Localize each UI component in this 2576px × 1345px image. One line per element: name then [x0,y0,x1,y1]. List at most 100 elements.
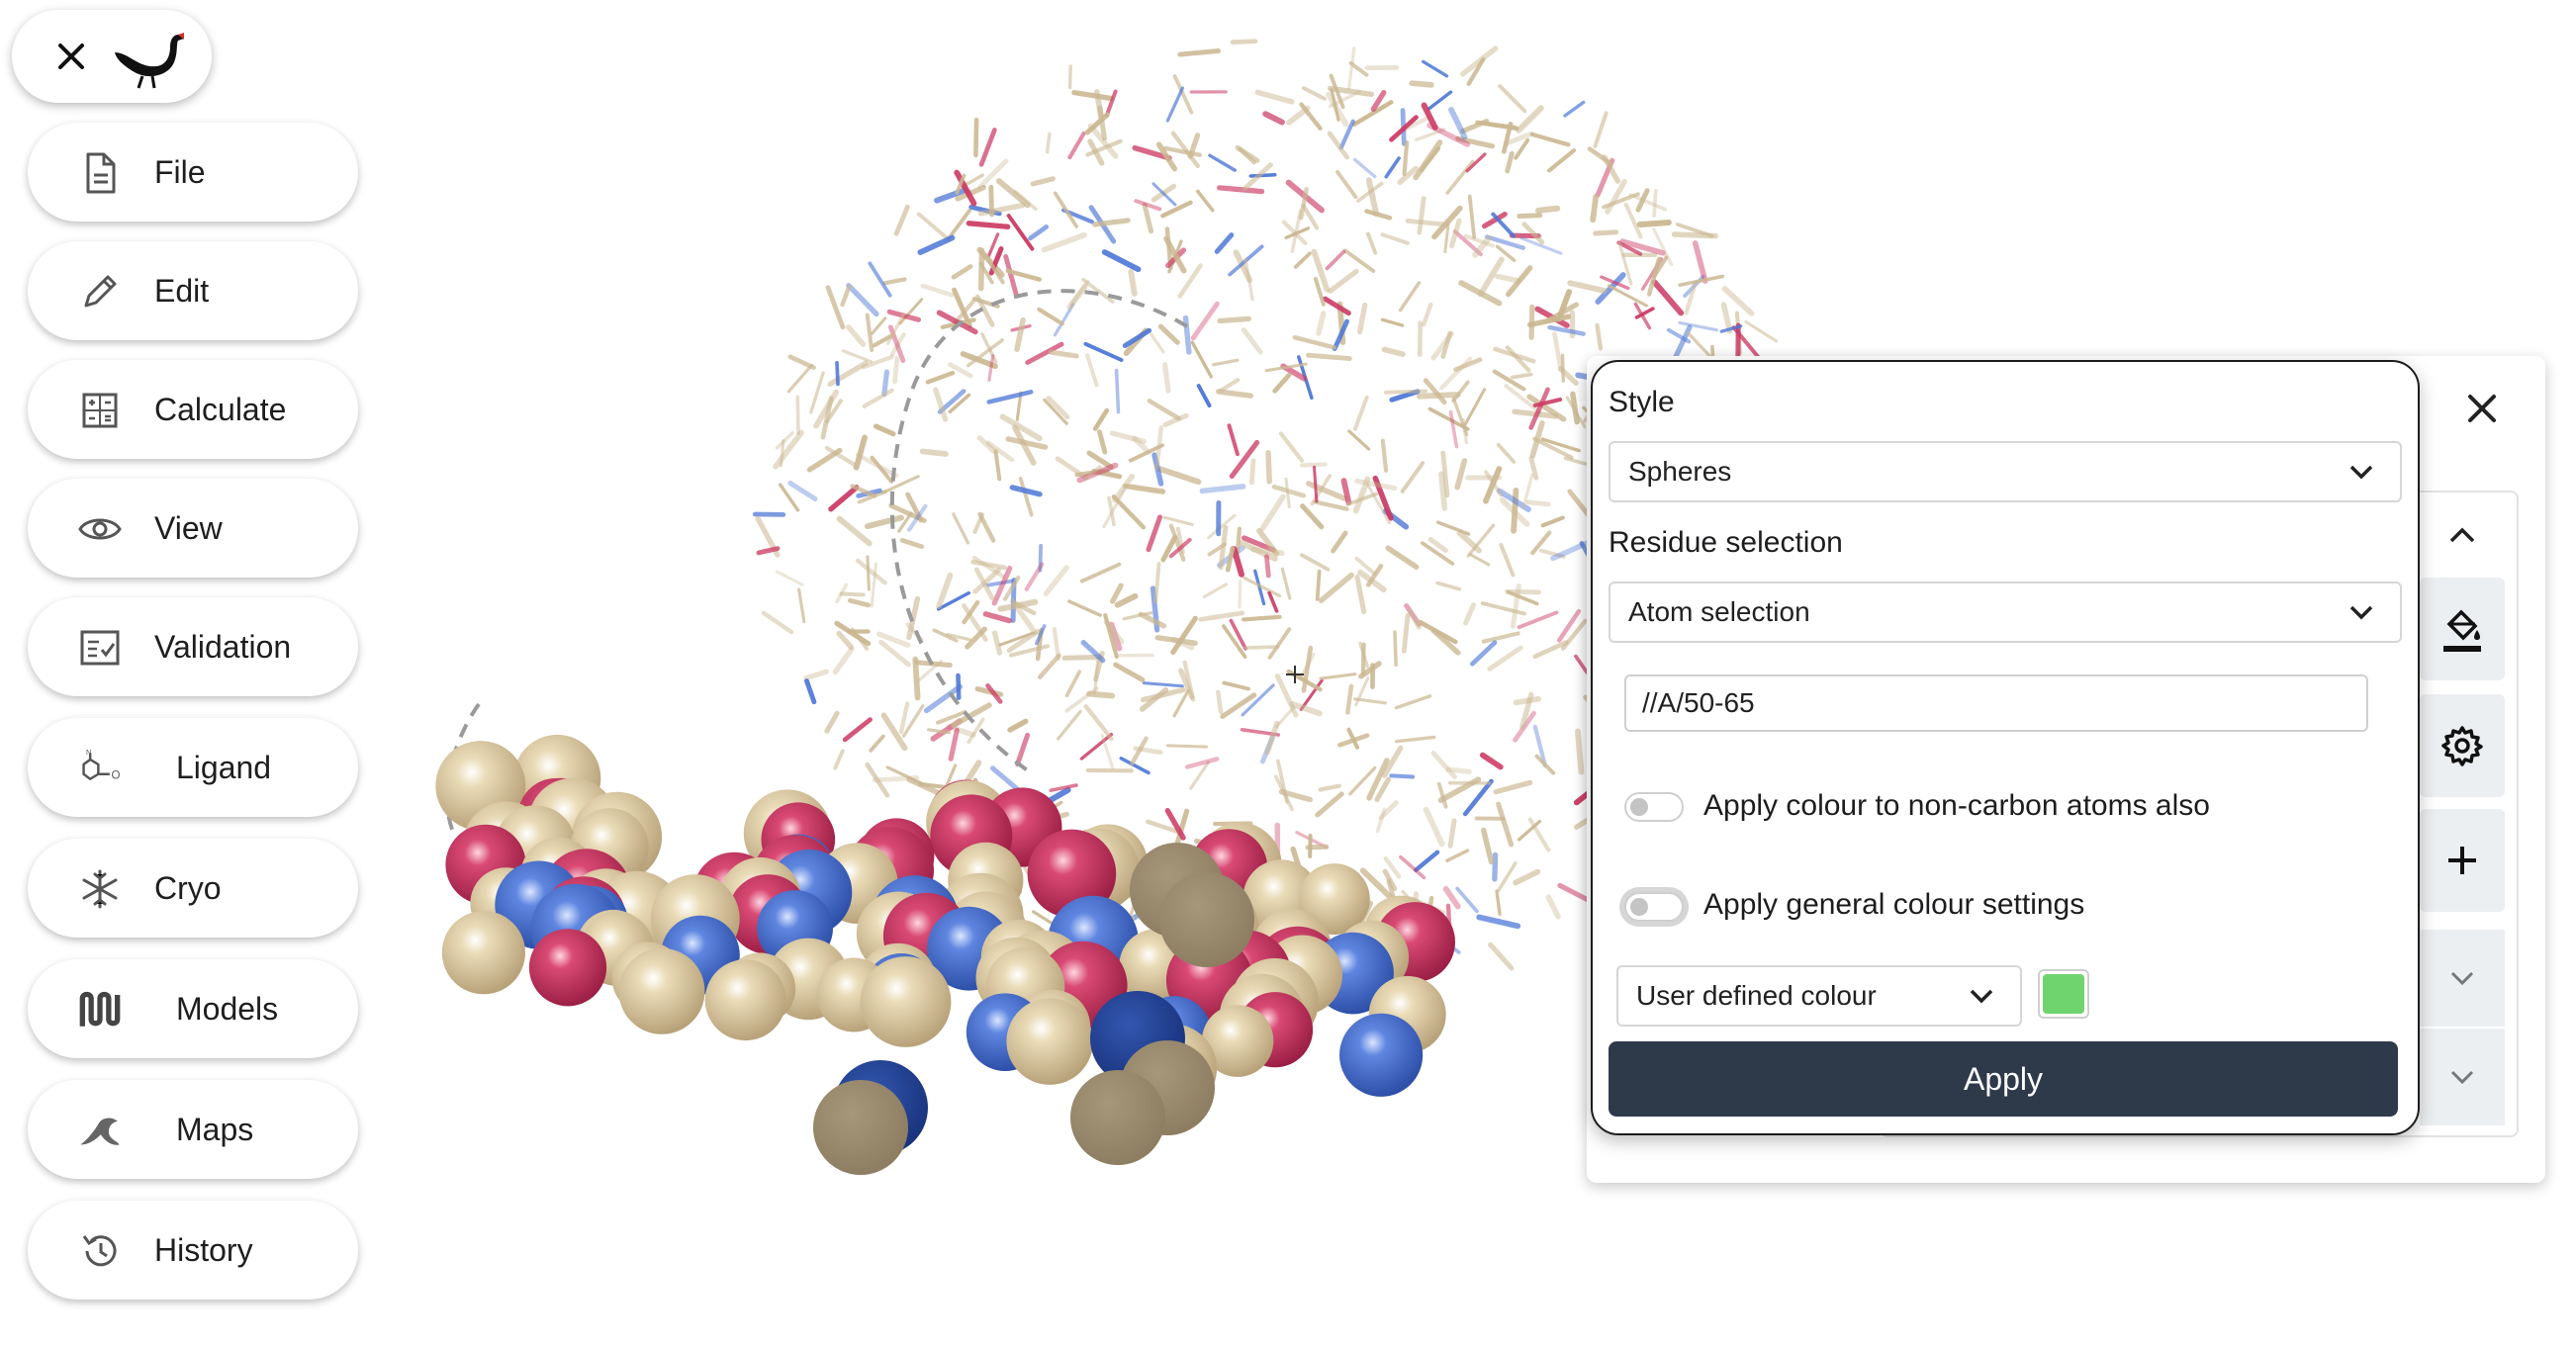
bond-stick [1104,89,1118,119]
residue-selection-select[interactable]: Atom selection [1609,582,2402,643]
colour-mode-select[interactable]: User defined colour [1616,965,2022,1027]
bond-stick [1085,353,1099,388]
bond-stick [1516,105,1544,134]
app-header-pill [12,10,212,103]
close-menu-button[interactable] [51,37,91,76]
bond-stick [846,324,867,347]
bond-stick [1154,425,1164,472]
style-label: Style [1609,386,1675,418]
bond-stick [1366,758,1390,801]
bond-stick [1259,493,1286,531]
bond-stick [1394,735,1436,744]
menu-history-label: History [154,1231,253,1268]
apply-button[interactable]: Apply [1609,1041,2398,1117]
bond-stick [1048,349,1079,359]
general-colour-toggle[interactable] [1624,892,1684,922]
bond-stick [1463,602,1477,626]
chevron-down-icon [2450,971,2474,986]
bond-stick [1354,574,1367,615]
menu-history-button[interactable]: History [28,1201,358,1300]
bond-stick [1366,231,1378,255]
bond-stick [1172,74,1194,115]
menu-calculate-button[interactable]: Calculate [28,360,358,459]
atom-sphere [528,929,607,1007]
non-carbon-colour-label[interactable]: Apply colour to non-carbon atoms also [1703,789,2210,823]
bond-stick [1496,442,1517,464]
bond-stick [1154,635,1198,646]
menu-file-button[interactable]: File [28,123,358,222]
eye-icon [77,506,123,552]
bond-stick [841,349,874,364]
atom-sphere [860,956,952,1047]
menu-ligand-button[interactable]: NO Ligand [28,718,358,817]
panel-close-button[interactable] [2459,386,2505,431]
style-select[interactable]: Spheres [1609,441,2402,502]
bond-stick [1006,214,1035,251]
bond-stick [1384,389,1428,395]
expand-row-button[interactable] [2420,930,2505,1027]
bond-stick [1142,681,1184,688]
bond-stick [1505,150,1515,174]
menu-maps-button[interactable]: Maps [28,1080,358,1179]
bond-stick [856,558,887,585]
bond-stick [1216,689,1224,715]
toggle-knob [1630,898,1648,916]
atom-selection-input[interactable] [1624,674,2368,732]
bond-stick [1165,86,1185,123]
bond-stick [1157,323,1180,345]
menu-view-button[interactable]: View [28,479,358,578]
bond-stick [1300,462,1328,468]
bond-stick [1346,46,1356,91]
menu-cryo-button[interactable]: Cryo [28,839,358,938]
bond-stick [951,264,973,280]
general-colour-label[interactable]: Apply general colour settings [1703,888,2084,922]
close-icon [58,44,84,69]
bond-stick [993,449,1002,482]
bond-stick [1083,341,1124,362]
bond-stick [1345,683,1354,715]
bond-stick [824,710,840,734]
bond-stick [1720,302,1733,334]
bond-stick [1417,320,1424,357]
bond-stick [1443,223,1450,254]
bond-stick [1595,322,1604,351]
non-carbon-colour-toggle[interactable] [1624,792,1684,822]
bond-stick [1280,567,1292,600]
bond-stick [1380,232,1410,245]
add-representation-button[interactable] [2420,809,2505,912]
menu-validation-button[interactable]: Validation [28,597,358,696]
collapse-card-button[interactable] [2420,504,2505,566]
bond-stick [956,672,962,700]
bond-stick [866,555,871,591]
bond-stick [1342,248,1376,274]
menu-models-button[interactable]: Models [28,959,358,1058]
bond-stick [761,610,794,635]
menu-edit-button[interactable]: Edit [28,241,358,340]
bond-stick [1636,220,1672,228]
bond-stick [1451,380,1470,404]
bond-stick [1319,672,1357,680]
bond-stick [1560,618,1588,651]
expand-row-button-2[interactable] [2420,1029,2505,1125]
file-icon [77,150,123,196]
colour-swatch-button[interactable] [2038,969,2089,1019]
bond-stick [1511,487,1519,534]
atom-sphere [618,947,705,1034]
bond-stick [835,360,840,387]
bond-stick [1593,111,1609,148]
bond-stick [1061,654,1102,661]
history-icon [77,1228,123,1274]
bond-stick [1199,484,1246,494]
bond-stick [1024,562,1045,591]
bond-stick [1567,280,1608,294]
settings-tool-button[interactable] [2420,694,2505,797]
bond-stick [825,285,846,330]
bond-stick [1487,645,1523,672]
bond-stick [1196,189,1215,213]
bond-stick [991,630,1003,656]
bond-stick [1422,59,1449,78]
colour-tool-button[interactable] [2420,578,2505,680]
bond-stick [978,128,997,167]
bond-stick [846,283,879,317]
bond-stick [1328,268,1359,294]
